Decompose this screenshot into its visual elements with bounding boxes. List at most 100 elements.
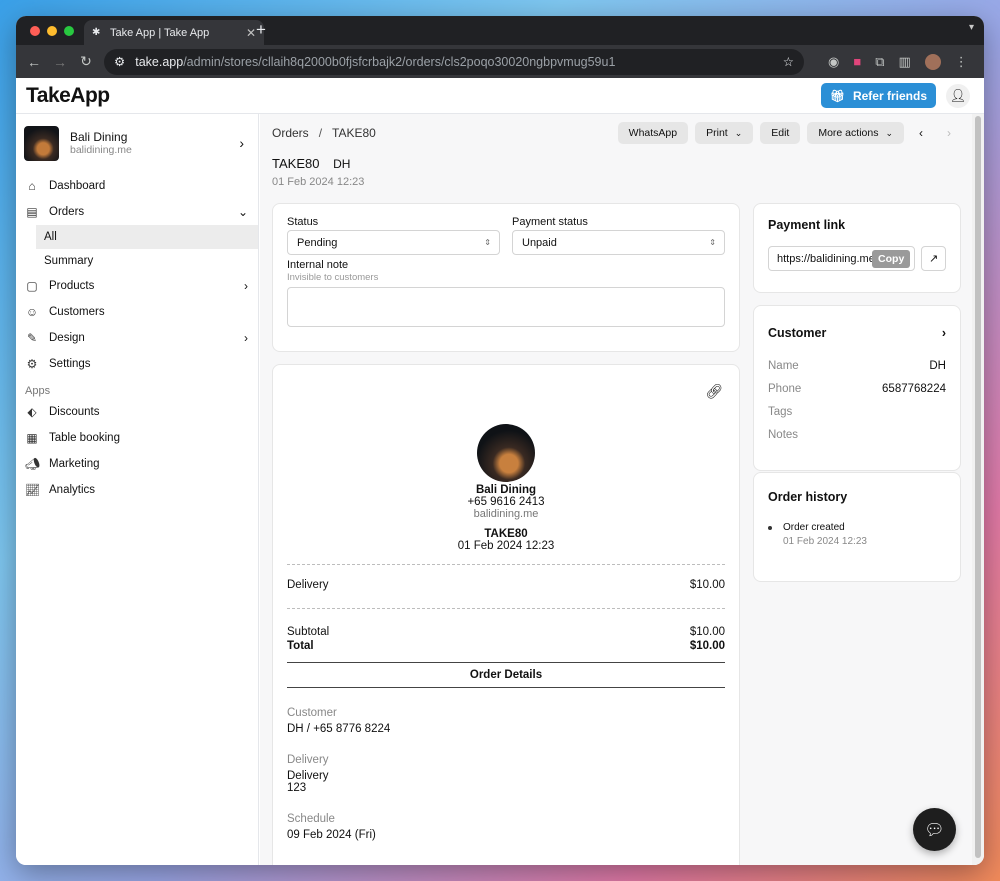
subtotal-amount: $10.00 [689, 626, 725, 638]
history-event: Order created [783, 522, 845, 533]
detail-customer-value: DH / +65 8776 8224 [287, 723, 391, 735]
sidebar-item-dashboard[interactable]: ⌂ Dashboard [16, 173, 258, 199]
refer-friends-button[interactable]: 🎁︎ Refer friends [820, 83, 936, 108]
store-avatar [24, 125, 59, 161]
store-switcher[interactable]: Bali Dining balidining.me › [16, 114, 258, 164]
sidebar-item-orders[interactable]: ▤ Orders ⌄ [16, 199, 258, 225]
site-settings-icon[interactable]: ⚙ [114, 54, 125, 69]
external-link-icon[interactable]: ↗ [921, 246, 946, 271]
receipt-order-date: 01 Feb 2024 12:23 [457, 540, 555, 552]
toolbar: Orders / TAKE80 WhatsApp Print ⌄ Edit Mor… [260, 114, 972, 152]
url-host: take.app [135, 54, 184, 69]
customer-name-value: DH [929, 360, 946, 372]
order-title: TAKE80 [272, 156, 320, 171]
detail-schedule-label: Schedule [287, 813, 335, 825]
apps-section-label: Apps [25, 385, 51, 397]
customer-card-header[interactable]: Customer › [768, 326, 946, 340]
receipt-store-website: balidining.me [473, 508, 539, 520]
sidebar-item-label: Table booking [49, 432, 120, 444]
detail-delivery-label: Delivery [287, 754, 329, 766]
sidebar-item-discounts[interactable]: ⬖ Discounts [16, 399, 258, 425]
orders-icon: ▤ [26, 205, 38, 219]
payment-status-select[interactable]: Unpaid ⇕ [512, 230, 725, 255]
receipt-card: 🔗︎ Bali Dining +65 9616 2413 balidining.… [272, 364, 740, 865]
copy-button[interactable]: Copy [872, 249, 911, 268]
brush-icon: ✎ [26, 331, 38, 345]
sidebar-item-orders-all[interactable]: All [36, 225, 258, 249]
sidebar-item-analytics[interactable]: 📈︎ Analytics [16, 477, 258, 503]
user-icon[interactable]: 👤︎ [946, 83, 970, 108]
browser-tab[interactable]: ✱ Take App | Take App ✕ [84, 20, 264, 45]
payment-status-label: Payment status [512, 216, 588, 228]
status-value: Pending [297, 236, 338, 249]
extension-icon[interactable]: ■ [853, 54, 861, 69]
puzzle-icon[interactable]: ⧉ [875, 54, 884, 70]
maximize-window-button[interactable] [64, 26, 74, 36]
bookmark-star-icon[interactable]: ☆ [783, 54, 794, 69]
delivery-line-label: Delivery [287, 579, 329, 591]
sidebar-item-settings[interactable]: ⚙ Settings [16, 351, 258, 377]
reload-icon[interactable]: ↻ [78, 53, 94, 70]
sidebar-item-label: Discounts [49, 406, 100, 418]
link-icon[interactable]: 🔗︎ [705, 383, 723, 400]
tab-search-icon[interactable]: ▾ [969, 22, 974, 33]
sidebar-item-design[interactable]: ✎ Design › [16, 325, 258, 351]
forward-icon[interactable]: → [52, 54, 68, 70]
status-select[interactable]: Pending ⇕ [287, 230, 500, 255]
url-field[interactable]: ⚙ take.app/admin/stores/cllaih8q2000b0fj… [104, 48, 804, 75]
more-actions-button[interactable]: More actions ⌄ [807, 122, 904, 144]
breadcrumb-orders[interactable]: Orders [272, 126, 309, 140]
new-tab-icon[interactable]: + [256, 20, 266, 40]
edit-button[interactable]: Edit [760, 122, 801, 144]
chevron-down-icon: ⌄ [734, 127, 743, 138]
chat-icon[interactable]: 💬︎ [913, 808, 956, 851]
internal-note-field[interactable] [287, 287, 725, 327]
app-root: TakeApp 🎁︎ Refer friends 👤︎ Bali Dining … [16, 78, 984, 865]
extensions-bar: ◉ ■ ⧉ ▥ ⋮ [828, 53, 968, 70]
scrollbar[interactable] [972, 114, 984, 865]
sidebar-item-customers[interactable]: ☺ Customers [16, 299, 258, 325]
previous-order-button[interactable]: ‹ [910, 122, 932, 144]
next-order-button[interactable]: › [938, 122, 960, 144]
chevron-right-icon: › [239, 135, 244, 151]
back-icon[interactable]: ← [26, 54, 42, 70]
sidebar-item-label: Orders [49, 206, 85, 218]
whatsapp-label: WhatsApp [628, 127, 678, 139]
chevron-right-icon: › [941, 326, 946, 340]
whatsapp-button[interactable]: WhatsApp [617, 122, 689, 144]
payment-link-field[interactable]: https://balidining.me Copy [768, 246, 916, 271]
total-label: Total [287, 640, 314, 652]
extension-icon[interactable]: ◉ [828, 54, 839, 70]
scrollbar-thumb[interactable] [975, 116, 981, 858]
select-arrows-icon: ⇕ [709, 238, 716, 247]
person-icon: ☺ [25, 305, 39, 319]
app-logo[interactable]: TakeApp [26, 84, 110, 108]
chevron-right-icon: › [244, 331, 248, 345]
profile-avatar[interactable] [924, 53, 941, 70]
sidebar-item-orders-summary[interactable]: Summary [16, 249, 258, 273]
sidebar-item-products[interactable]: ▢ Products › [16, 273, 258, 299]
receipt-order-code: TAKE80 [484, 528, 528, 540]
print-button[interactable]: Print ⌄ [695, 122, 754, 144]
minimize-window-button[interactable] [47, 26, 57, 36]
print-label: Print [706, 127, 728, 139]
breadcrumb-current: TAKE80 [332, 126, 376, 140]
gear-icon: ⚙ [26, 357, 38, 371]
order-history-card: Order history Order created 01 Feb 2024 … [753, 472, 961, 582]
window-controls [30, 26, 74, 36]
close-window-button[interactable] [30, 26, 40, 36]
sidebar-item-label: Products [49, 280, 95, 292]
address-bar: ← → ↻ ⚙ take.app/admin/stores/cllaih8q20… [16, 45, 984, 78]
customer-tags-row: Tags [768, 406, 946, 418]
side-panel-icon[interactable]: ▥ [899, 54, 911, 70]
sidebar-item-table-booking[interactable]: ▦ Table booking [16, 425, 258, 451]
customer-tags-label: Tags [768, 406, 793, 418]
customer-card-title: Customer [768, 326, 827, 340]
browser-menu-icon[interactable]: ⋮ [955, 54, 968, 70]
sidebar-item-marketing[interactable]: 📣︎ Marketing [16, 451, 258, 477]
customer-name-row: Name DH [768, 360, 946, 372]
favicon-icon: ✱ [92, 26, 101, 38]
refer-friends-label: Refer friends [852, 88, 927, 103]
chevron-down-icon: ⌄ [237, 205, 248, 219]
close-tab-icon[interactable]: ✕ [246, 26, 256, 40]
